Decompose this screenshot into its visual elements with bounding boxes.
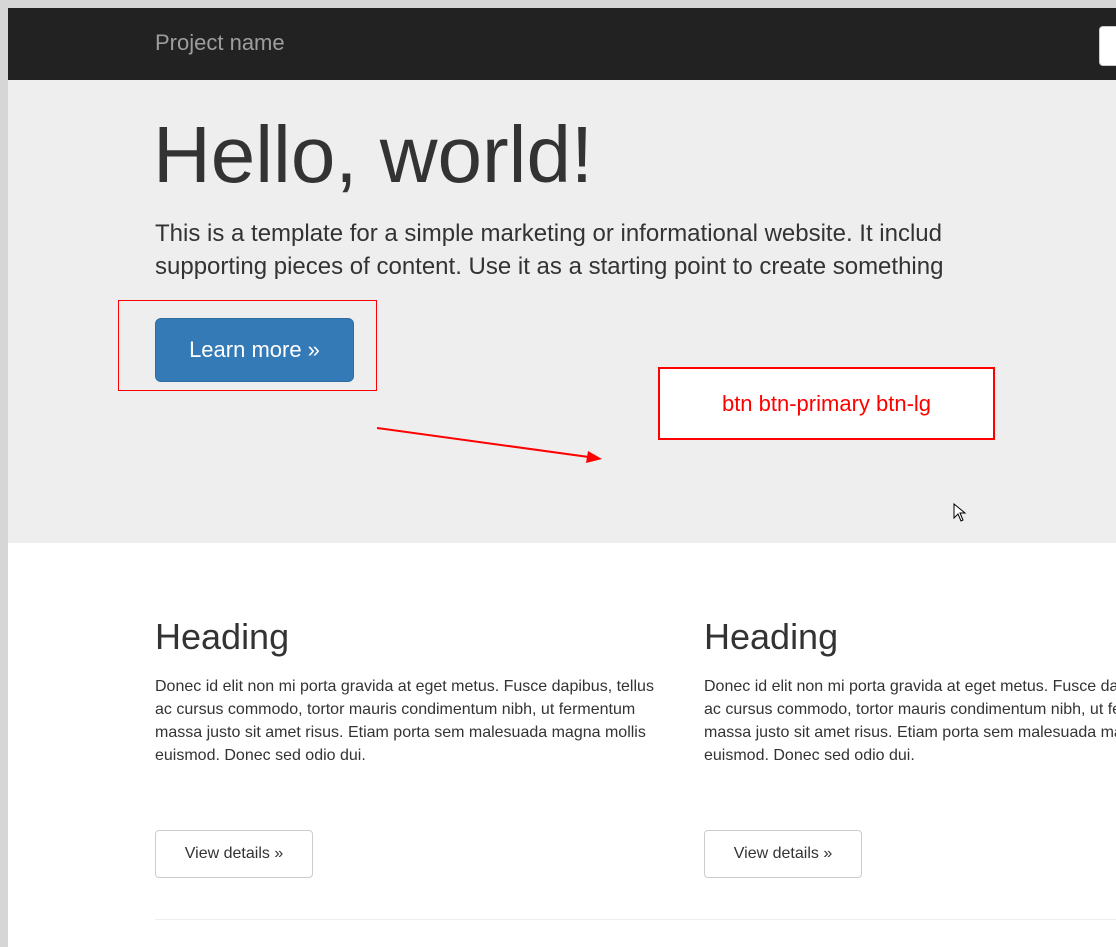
content-column-2: Heading Donec id elit non mi porta gravi… [704,615,1116,878]
column-heading: Heading [155,616,290,657]
divider [155,919,1116,920]
annotation-label: btn btn-primary btn-lg [658,367,995,440]
column-body: Donec id elit non mi porta gravida at eg… [155,678,654,764]
mouse-cursor-icon [953,503,967,522]
column-heading: Heading [704,616,839,657]
column-body: Donec id elit non mi porta gravida at eg… [704,678,1116,764]
view-details-button[interactable]: View details » [704,830,862,878]
browser-viewport: Project name Hello, world! This is a tem… [8,8,1116,947]
content-column-1: Heading Donec id elit non mi porta gravi… [155,615,675,878]
annotation-arrow [376,427,602,463]
view-details-button[interactable]: View details » [155,830,313,878]
